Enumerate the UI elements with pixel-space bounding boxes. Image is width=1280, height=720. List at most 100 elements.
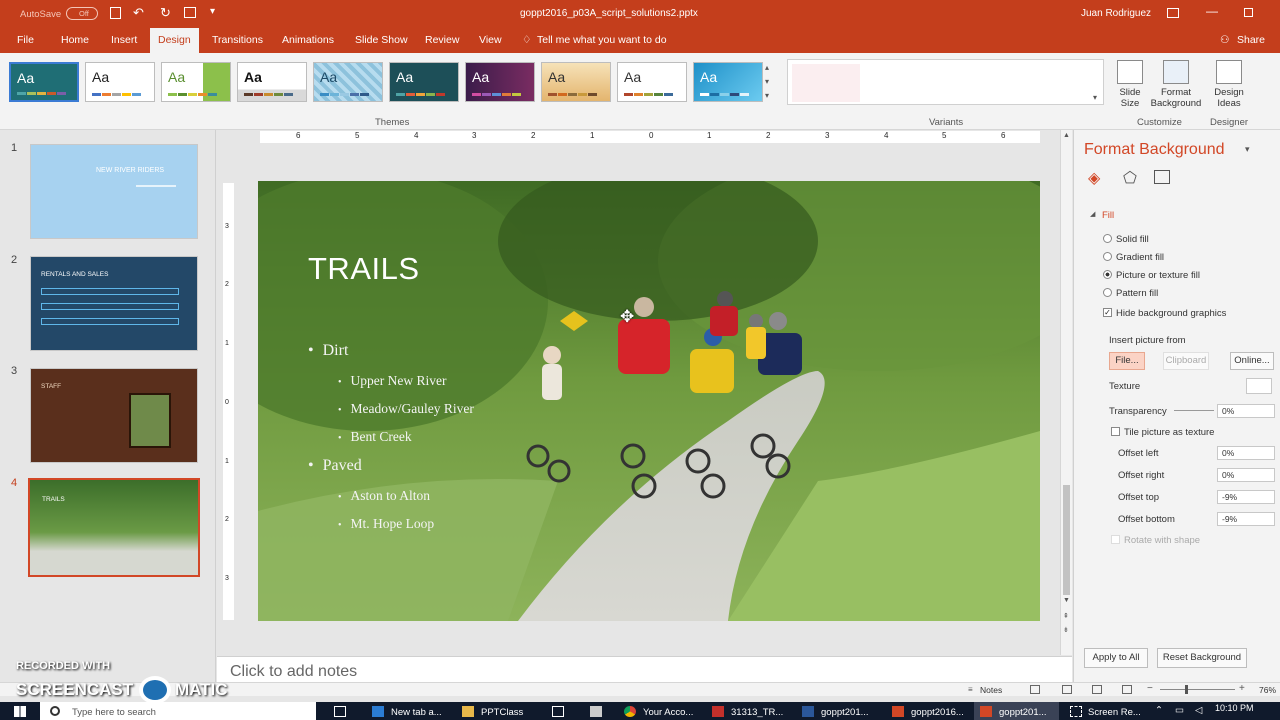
texture-picker[interactable] [1246, 378, 1272, 394]
notes-icon[interactable]: ≡ [968, 685, 973, 694]
theme-thumbnail[interactable]: Aa [693, 62, 763, 102]
theme-thumbnail[interactable]: Aa [389, 62, 459, 102]
tab-animations[interactable]: Animations [282, 34, 334, 46]
scroll-down-icon[interactable]: ▼ [1063, 597, 1070, 604]
theme-thumbnail[interactable]: Aa [465, 62, 535, 102]
theme-thumbnail[interactable]: Aa [617, 62, 687, 102]
slide-thumbnail-2[interactable]: RENTALS AND SALES [30, 256, 198, 351]
clipboard-button[interactable]: Clipboard [1163, 352, 1209, 370]
volume-icon[interactable]: ◁ [1195, 705, 1202, 716]
notes-button[interactable]: Notes [980, 685, 1002, 695]
slide-sorter-icon[interactable] [1062, 685, 1072, 694]
tab-insert[interactable]: Insert [111, 34, 137, 46]
transparency-slider[interactable] [1174, 410, 1214, 411]
autosave-toggle[interactable]: Off [66, 7, 98, 20]
undo-icon[interactable]: ↶ [133, 5, 144, 21]
gradient-fill-label[interactable]: Gradient fill [1116, 252, 1164, 263]
screen-recorder-icon[interactable] [1070, 706, 1082, 717]
theme-thumbnail[interactable]: Aa [313, 62, 383, 102]
gradient-fill-radio[interactable] [1103, 252, 1112, 261]
slide-thumbnail-1[interactable]: NEW RIVER RIDERS [30, 144, 198, 239]
themes-more-icon[interactable]: ▾ [765, 91, 769, 100]
fill-tab-icon[interactable]: ◈ [1088, 168, 1100, 188]
task-view-icon[interactable] [334, 706, 346, 717]
tab-home[interactable]: Home [61, 34, 89, 46]
reset-background-button[interactable]: Reset Background [1157, 648, 1247, 668]
variants-gallery[interactable] [787, 59, 1104, 105]
offset-bottom-spinner[interactable]: -9% [1217, 512, 1275, 526]
tab-view[interactable]: View [479, 34, 502, 46]
hide-bg-checkbox[interactable]: ✓ [1103, 308, 1112, 317]
start-from-beginning-icon[interactable] [184, 7, 196, 18]
mail-icon[interactable] [590, 706, 602, 717]
notes-pane[interactable]: Click to add notes [217, 656, 1072, 682]
fill-section-header[interactable]: Fill [1102, 210, 1114, 221]
share-button[interactable]: Share [1237, 34, 1265, 46]
network-icon[interactable]: ▭ [1175, 705, 1184, 716]
notes-placeholder[interactable]: Click to add notes [230, 663, 357, 681]
file-button[interactable]: File... [1109, 352, 1145, 370]
theme-thumbnail[interactable]: Aa [9, 62, 79, 102]
slide-4[interactable]: TRAILS • Dirt • Upper New River • Meadow/Ga… [258, 181, 1040, 621]
minimize-icon[interactable]: — [1206, 4, 1218, 18]
tab-file[interactable]: File [17, 34, 34, 46]
restore-icon[interactable] [1244, 8, 1253, 17]
apply-to-all-button[interactable]: Apply to All [1084, 648, 1148, 668]
previous-slide-icon[interactable]: ⇞ [1063, 612, 1069, 620]
theme-thumbnail[interactable]: Aa [85, 62, 155, 102]
save-icon[interactable] [110, 7, 121, 19]
user-name[interactable]: Juan Rodriguez [1081, 8, 1151, 19]
zoom-out-icon[interactable]: − [1147, 683, 1153, 694]
next-slide-icon[interactable]: ⇟ [1063, 626, 1069, 634]
pattern-fill-label[interactable]: Pattern fill [1116, 288, 1158, 299]
effects-tab-icon[interactable]: ⬠ [1123, 168, 1137, 188]
transparency-spinner[interactable]: 0% [1217, 404, 1275, 418]
slide-show-icon[interactable] [1122, 685, 1132, 694]
variants-more-icon[interactable]: ▾ [1093, 93, 1097, 102]
collapse-icon[interactable]: ◢ [1090, 210, 1095, 218]
redo-icon[interactable]: ↻ [160, 5, 171, 21]
picture-tab-icon[interactable] [1154, 170, 1170, 184]
chrome-icon[interactable] [624, 706, 636, 717]
ribbon-display-options-icon[interactable] [1167, 8, 1179, 18]
search-box[interactable]: Type here to search [40, 702, 316, 720]
hide-bg-label[interactable]: Hide background graphics [1116, 308, 1226, 319]
word-icon[interactable] [802, 706, 814, 717]
powerpoint-icon[interactable] [892, 706, 904, 717]
theme-thumbnail[interactable]: Aa [237, 62, 307, 102]
windows-start-icon[interactable] [14, 706, 26, 717]
tab-review[interactable]: Review [425, 34, 459, 46]
pdf-icon[interactable] [712, 706, 724, 717]
tile-checkbox[interactable] [1111, 427, 1120, 436]
tray-chevron-icon[interactable]: ⌃ [1155, 705, 1163, 716]
format-background-button[interactable]: Format Background [1148, 60, 1204, 109]
pattern-fill-radio[interactable] [1103, 288, 1112, 297]
solid-fill-radio[interactable] [1103, 234, 1112, 243]
variant-thumbnail[interactable] [792, 64, 860, 102]
design-ideas-button[interactable]: Design Ideas [1210, 60, 1248, 109]
tell-me-box[interactable]: Tell me what you want to do [537, 34, 667, 46]
theme-thumbnail[interactable]: Aa [541, 62, 611, 102]
scroll-thumb[interactable] [1063, 485, 1070, 595]
vertical-scrollbar[interactable]: ▲ ▼ ⇞ ⇟ [1060, 130, 1072, 655]
zoom-slider[interactable] [1160, 689, 1235, 690]
share-icon[interactable]: ⚇ [1220, 34, 1229, 46]
tab-transitions[interactable]: Transitions [212, 34, 263, 46]
slide-thumbnail-4[interactable]: TRAILS [28, 478, 200, 577]
tab-slide-show[interactable]: Slide Show [355, 34, 408, 46]
picture-fill-radio[interactable] [1103, 270, 1112, 279]
themes-scroll-up-icon[interactable]: ▴ [765, 63, 769, 72]
slide-thumbnail-3[interactable]: STAFF [30, 368, 198, 463]
reading-view-icon[interactable] [1092, 685, 1102, 694]
clock[interactable]: 10:10 PM [1215, 703, 1254, 713]
rotate-label[interactable]: Rotate with shape [1124, 535, 1200, 546]
scroll-up-icon[interactable]: ▲ [1063, 132, 1070, 139]
picture-fill-label[interactable]: Picture or texture fill [1116, 270, 1200, 281]
offset-left-spinner[interactable]: 0% [1217, 446, 1275, 460]
slide-size-button[interactable]: Slide Size [1112, 60, 1148, 109]
slide-title[interactable]: TRAILS [308, 251, 420, 287]
pane-options-icon[interactable]: ▾ [1245, 144, 1250, 155]
zoom-slider-thumb[interactable] [1185, 685, 1188, 694]
folder-icon[interactable] [462, 706, 474, 717]
rotate-checkbox[interactable] [1111, 535, 1120, 544]
